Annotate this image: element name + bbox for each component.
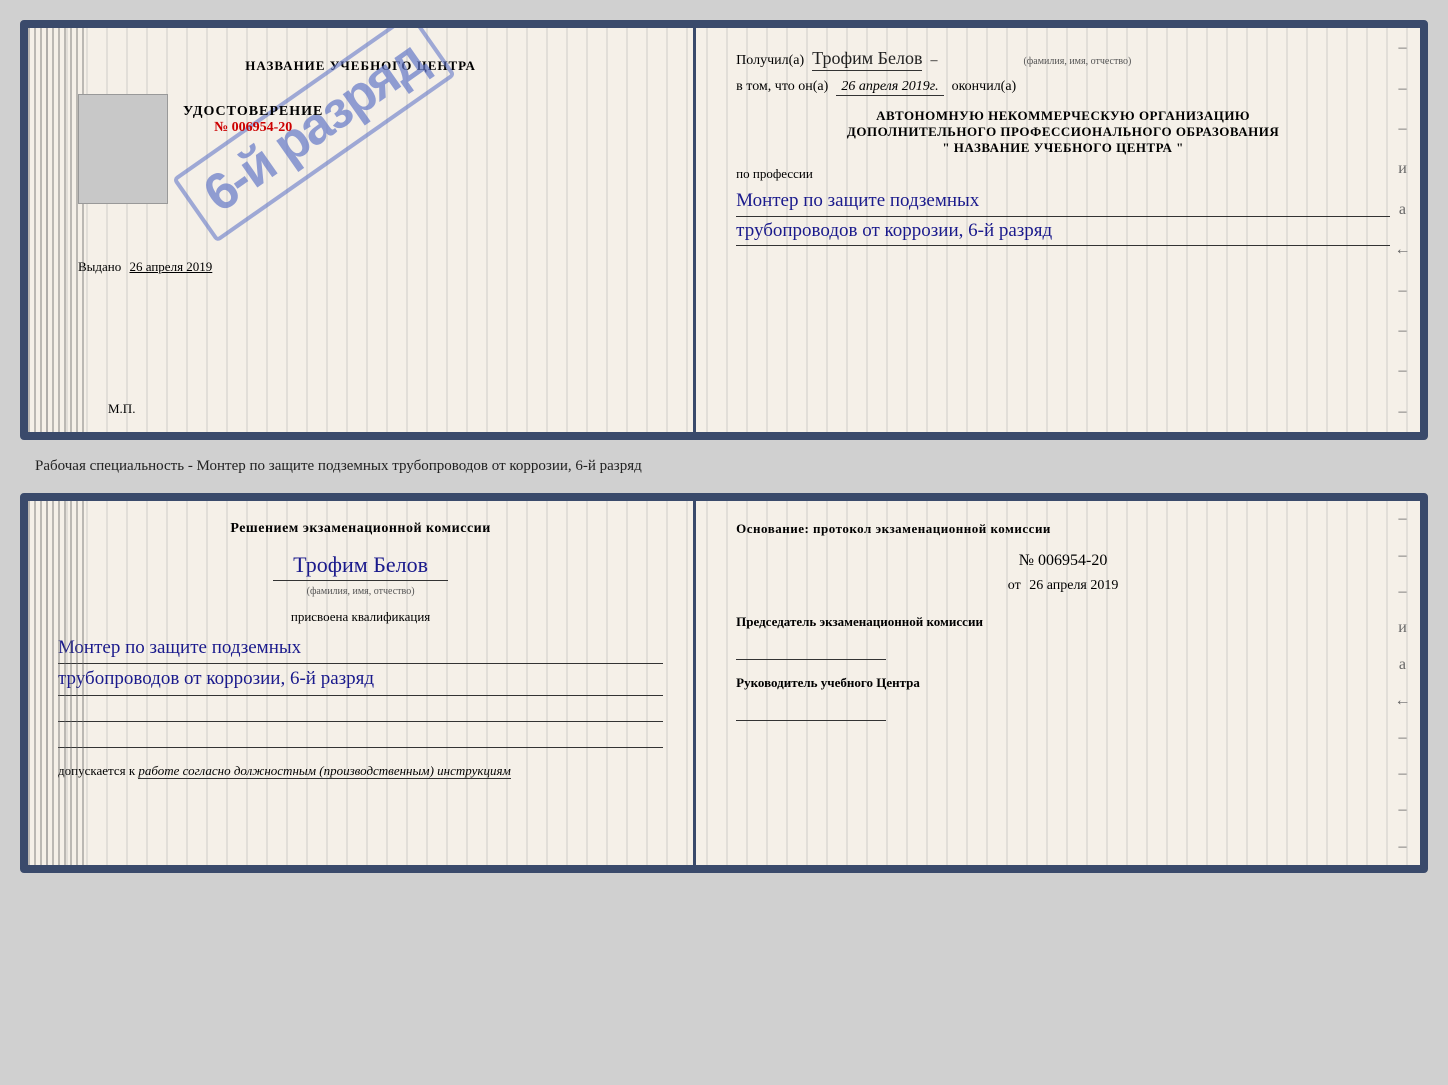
fio-sub-label-top: (фамилия, имя, отчество) — [1023, 56, 1131, 67]
ot-label: от — [1008, 578, 1021, 593]
mp-label: М.П. — [108, 401, 135, 417]
separator-text: Рабочая специальность - Монтер по защите… — [20, 450, 1428, 483]
left-decorative-lines — [28, 28, 88, 432]
predsedatel-sig-line — [736, 635, 886, 660]
cert-bottom-left: Решением экзаменационной комиссии Трофим… — [28, 501, 696, 865]
right-dashes-top: –––иа←–––– — [1385, 28, 1420, 432]
poluchil-label: Получил(а) — [736, 53, 804, 69]
udostoverenie-title: УДОСТОВЕРЕНИЕ — [183, 104, 323, 120]
kvalif-block: Монтер по защите подземных трубопроводов… — [58, 633, 663, 696]
org-name-top-left: НАЗВАНИЕ УЧЕБНОГО ЦЕНТРА — [245, 58, 476, 74]
auto-org-line1: АВТОНОМНУЮ НЕКОММЕРЧЕСКУЮ ОРГАНИЗАЦИЮ — [736, 108, 1390, 124]
udostoverenie-block: УДОСТОВЕРЕНИЕ № 006954-20 — [183, 104, 323, 219]
cert-top-right: Получил(а) Трофим Белов – (фамилия, имя,… — [696, 28, 1420, 432]
predsedatel-label: Председатель экзаменационной комиссии — [736, 614, 1390, 630]
v-tom-line: в том, что он(а) 26 апреля 2019г. окончи… — [736, 79, 1390, 96]
certificate-top: НАЗВАНИЕ УЧЕБНОГО ЦЕНТРА УДОСТОВЕРЕНИЕ №… — [20, 20, 1428, 440]
prisvoena-label: присвоена квалификация — [58, 609, 663, 625]
recipient-name-top: Трофим Белов — [812, 48, 922, 71]
right-dashes-bottom: –––иа←–––– — [1385, 501, 1420, 865]
protocol-number: № 006954-20 — [736, 552, 1390, 570]
auto-org-block: АВТОНОМНУЮ НЕКОММЕРЧЕСКУЮ ОРГАНИЗАЦИЮ ДО… — [736, 108, 1390, 156]
cert-top-left: НАЗВАНИЕ УЧЕБНОГО ЦЕНТРА УДОСТОВЕРЕНИЕ №… — [28, 28, 696, 432]
profession-block-top: Монтер по защите подземных трубопроводов… — [736, 187, 1390, 246]
rukovoditel-sig-line — [736, 696, 886, 721]
osnovanie-title: Основание: протокол экзаменационной коми… — [736, 521, 1390, 537]
dopuskaetsya-text: работе согласно должностным (производств… — [138, 763, 510, 779]
certificate-bottom: Решением экзаменационной комиссии Трофим… — [20, 493, 1428, 873]
rukovoditel-block: Руководитель учебного Центра — [736, 675, 1390, 691]
vydano-label: Выдано — [78, 259, 121, 274]
fio-sub-label-bottom: (фамилия, имя, отчество) — [307, 586, 415, 597]
rukovoditel-label: Руководитель учебного Центра — [736, 675, 1390, 691]
protocol-date: 26 апреля 2019 — [1029, 578, 1118, 593]
kvalif-line1: Монтер по защите подземных — [58, 633, 663, 664]
poluchil-line: Получил(а) Трофим Белов – (фамилия, имя,… — [736, 48, 1390, 71]
kvalif-line2: трубопроводов от коррозии, 6-й разряд — [58, 664, 663, 695]
fio-block-bottom: Трофим Белов (фамилия, имя, отчество) — [58, 552, 663, 599]
auto-org-line2: ДОПОЛНИТЕЛЬНОГО ПРОФЕССИОНАЛЬНОГО ОБРАЗО… — [736, 124, 1390, 140]
cert-bottom-right: Основание: протокол экзаменационной коми… — [696, 501, 1420, 865]
fio-name-bottom: Трофим Белов — [273, 552, 448, 581]
ot-date-line: от 26 апреля 2019 — [736, 578, 1390, 594]
photo-placeholder — [78, 94, 168, 204]
profession-line2-top: трубопроводов от коррозии, 6-й разряд — [736, 217, 1390, 247]
blank-line-2 — [58, 728, 663, 748]
completion-date-top: 26 апреля 2019г. — [836, 79, 943, 96]
left-decorative-lines-bottom — [28, 501, 88, 865]
cert-number-top: № 006954-20 — [183, 120, 323, 136]
dopuskaetsya-block: допускается к работе согласно должностны… — [58, 763, 663, 779]
dash-after-name: – — [930, 53, 937, 69]
po-professii-label: по профессии — [736, 166, 1390, 182]
resheniem-title: Решением экзаменационной комиссии — [58, 521, 663, 537]
auto-org-line3: " НАЗВАНИЕ УЧЕБНОГО ЦЕНТРА " — [736, 140, 1390, 156]
v-tom-label: в том, что он(а) — [736, 79, 828, 95]
vydano-line: Выдано 26 апреля 2019 — [78, 259, 212, 275]
predsedatel-block: Председатель экзаменационной комиссии — [736, 614, 1390, 630]
vydano-date: 26 апреля 2019 — [130, 259, 213, 274]
okonchil-label: окончил(а) — [952, 79, 1017, 95]
blank-line-1 — [58, 702, 663, 722]
profession-line1-top: Монтер по защите подземных — [736, 187, 1390, 217]
page-wrapper: НАЗВАНИЕ УЧЕБНОГО ЦЕНТРА УДОСТОВЕРЕНИЕ №… — [20, 20, 1428, 873]
